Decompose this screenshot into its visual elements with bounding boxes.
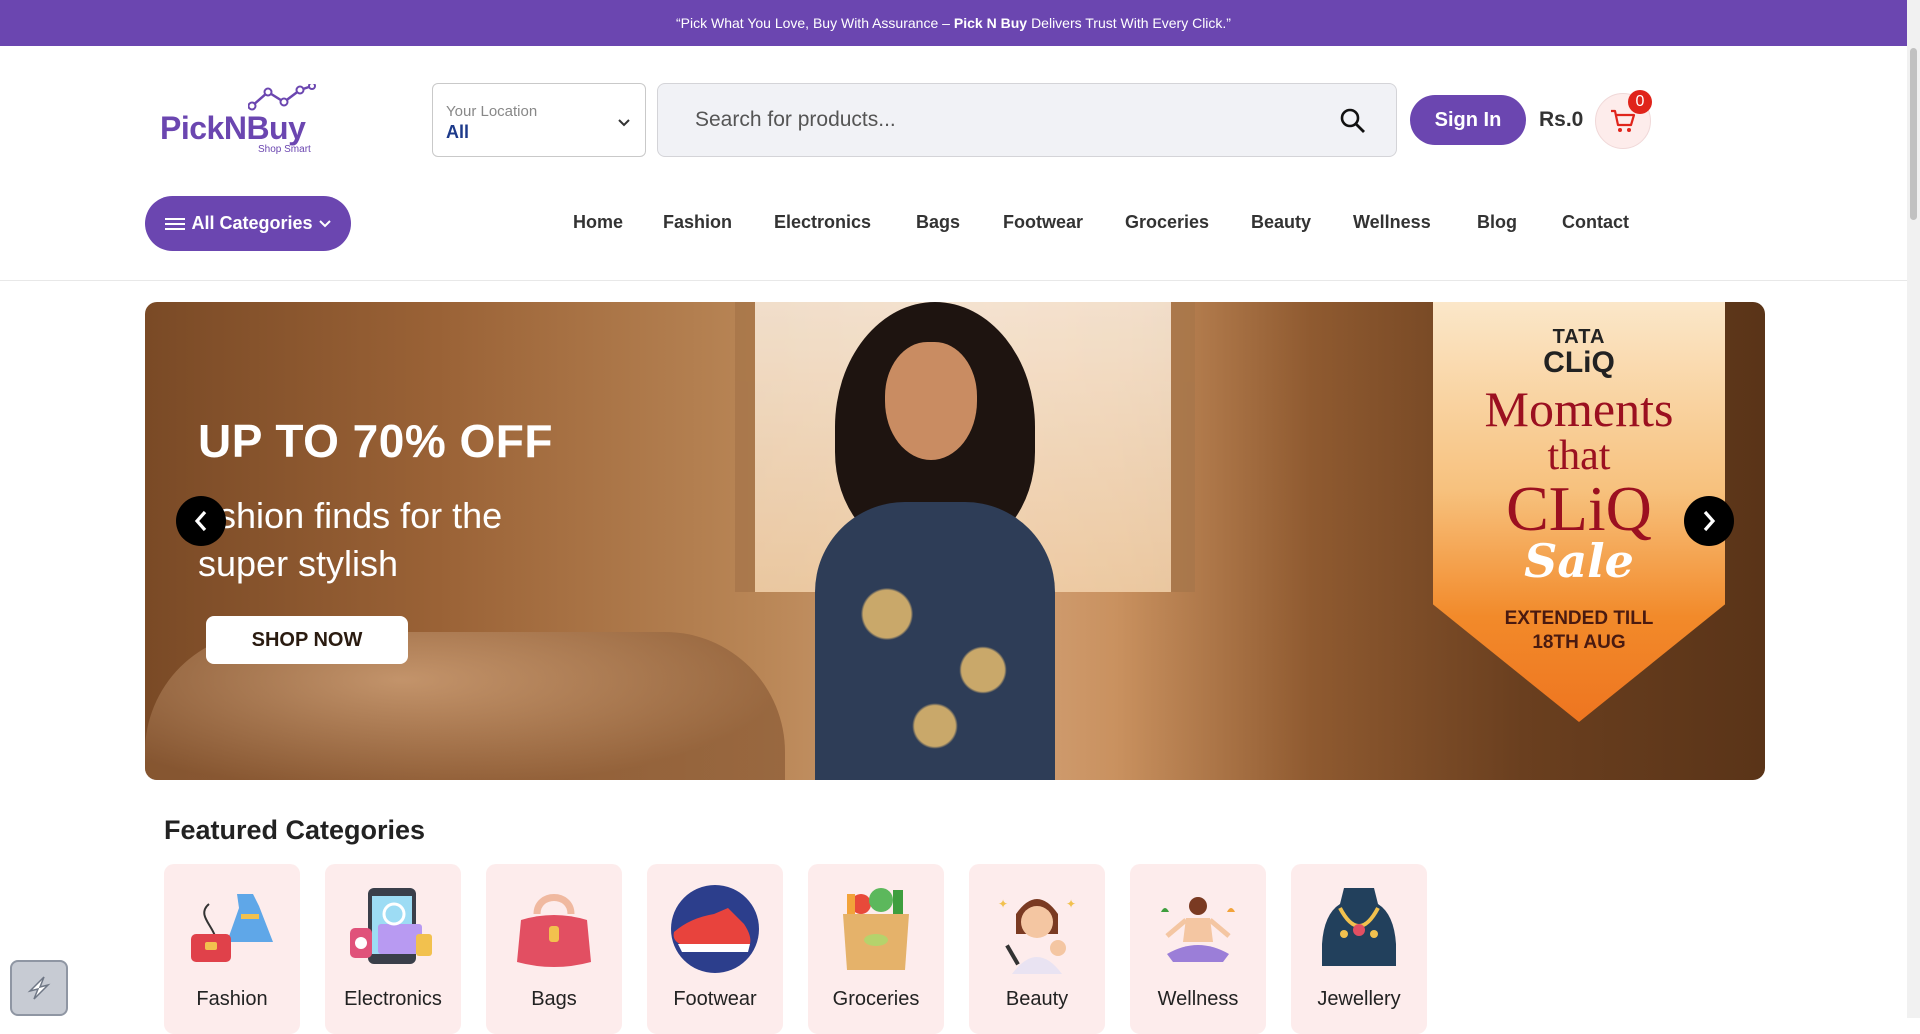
cart-icon xyxy=(1611,109,1636,132)
header-divider xyxy=(0,280,1907,281)
devices-icon xyxy=(350,888,432,964)
nav-fashion[interactable]: Fashion xyxy=(663,212,732,233)
promo-badge: TATA CLiQ Moments that CLiQ Sale EXTENDE… xyxy=(1433,302,1725,722)
nav-home[interactable]: Home xyxy=(573,212,623,233)
category-card-jewellery[interactable]: Jewellery xyxy=(1291,864,1427,1034)
logo-tagline: Shop Smart xyxy=(258,144,311,155)
cart-button[interactable]: 0 xyxy=(1595,90,1652,149)
category-card-beauty[interactable]: ✦ ✦ Beauty xyxy=(969,864,1105,1034)
nav-footwear[interactable]: Footwear xyxy=(1003,212,1083,233)
chevron-right-icon xyxy=(1703,510,1716,532)
nav-wellness[interactable]: Wellness xyxy=(1353,212,1431,233)
sneaker-icon xyxy=(671,885,759,973)
location-select[interactable]: Your Location All xyxy=(432,83,646,157)
nav-electronics[interactable]: Electronics xyxy=(774,212,871,233)
category-card-groceries[interactable]: Groceries xyxy=(808,864,944,1034)
carousel-next-button[interactable] xyxy=(1684,496,1734,546)
search-input[interactable] xyxy=(695,102,1295,138)
chevron-left-icon xyxy=(194,510,207,532)
grocery-bag-icon xyxy=(843,888,909,970)
featured-categories-title: Featured Categories xyxy=(164,815,426,845)
hero-banner[interactable]: UP TO 70% OFF ashion finds for the super… xyxy=(145,302,1765,780)
dress-bag-icon xyxy=(191,894,273,962)
page-scrollbar[interactable] xyxy=(1907,0,1920,1018)
category-card-footwear[interactable]: Footwear xyxy=(647,864,783,1034)
lightning-icon xyxy=(27,976,51,1000)
yoga-icon xyxy=(1161,897,1235,962)
category-label: Fashion xyxy=(196,988,268,1010)
cart-count-badge: 0 xyxy=(1628,90,1652,114)
chevron-down-icon xyxy=(618,119,630,127)
category-label: Bags xyxy=(531,988,577,1010)
category-label: Electronics xyxy=(344,988,442,1010)
site-logo[interactable]: PickNBuy Shop Smart xyxy=(158,84,328,160)
shop-now-button[interactable]: SHOP NOW xyxy=(206,616,408,664)
floating-tool-button[interactable] xyxy=(10,960,68,1016)
promo-extended: EXTENDED TILL xyxy=(1504,608,1654,629)
promo-cliq: CLiQ xyxy=(1543,346,1615,379)
nav-groceries[interactable]: Groceries xyxy=(1125,212,1209,233)
search-bar xyxy=(657,83,1397,157)
category-label: Footwear xyxy=(673,988,757,1010)
promo-date: 18TH AUG xyxy=(1532,632,1626,653)
search-icon[interactable] xyxy=(1340,108,1366,134)
beauty-icon: ✦ ✦ xyxy=(998,897,1076,974)
nav-contact[interactable]: Contact xyxy=(1562,212,1629,233)
banner-subtitle: ashion finds for the super stylish xyxy=(198,495,503,584)
category-label: Groceries xyxy=(832,988,920,1010)
nav-blog[interactable]: Blog xyxy=(1477,212,1517,233)
promo-sale: Sale xyxy=(1524,534,1634,588)
chart-line-icon xyxy=(248,84,316,111)
location-label: Your Location xyxy=(446,103,538,120)
announcement-brand: Pick N Buy xyxy=(953,15,1028,31)
banner-model-image xyxy=(785,302,1085,780)
promo-moments: Moments xyxy=(1484,381,1674,437)
sign-in-button[interactable]: Sign In xyxy=(1410,95,1526,145)
logo-name: PickNBuy xyxy=(160,110,306,146)
announcement-bar: “Pick What You Love, Buy With Assurance … xyxy=(0,0,1907,46)
category-card-electronics[interactable]: Electronics xyxy=(325,864,461,1034)
category-label: Beauty xyxy=(1005,988,1069,1010)
svg-text:✦: ✦ xyxy=(998,897,1008,911)
necklace-icon xyxy=(1322,888,1396,966)
main-nav: Home Fashion Electronics Bags Footwear G… xyxy=(0,212,1907,240)
category-label: Wellness xyxy=(1157,988,1239,1010)
nav-beauty[interactable]: Beauty xyxy=(1251,212,1311,233)
announcement-text-end: Delivers Trust With Every Click.” xyxy=(1031,15,1231,31)
handbag-icon xyxy=(517,894,591,967)
svg-text:✦: ✦ xyxy=(1066,897,1076,911)
location-value: All xyxy=(446,122,470,142)
cart-total: Rs.0 xyxy=(1539,108,1584,131)
banner-headline: UP TO 70% OFF xyxy=(198,415,554,467)
category-card-fashion[interactable]: Fashion xyxy=(164,864,300,1034)
nav-bags[interactable]: Bags xyxy=(916,212,960,233)
carousel-prev-button[interactable] xyxy=(176,496,226,546)
category-label: Jewellery xyxy=(1317,988,1401,1010)
category-card-wellness[interactable]: Wellness xyxy=(1130,864,1266,1034)
announcement-text: “Pick What You Love, Buy With Assurance … xyxy=(676,15,950,31)
scrollbar-thumb[interactable] xyxy=(1910,48,1917,220)
category-card-bags[interactable]: Bags xyxy=(486,864,622,1034)
